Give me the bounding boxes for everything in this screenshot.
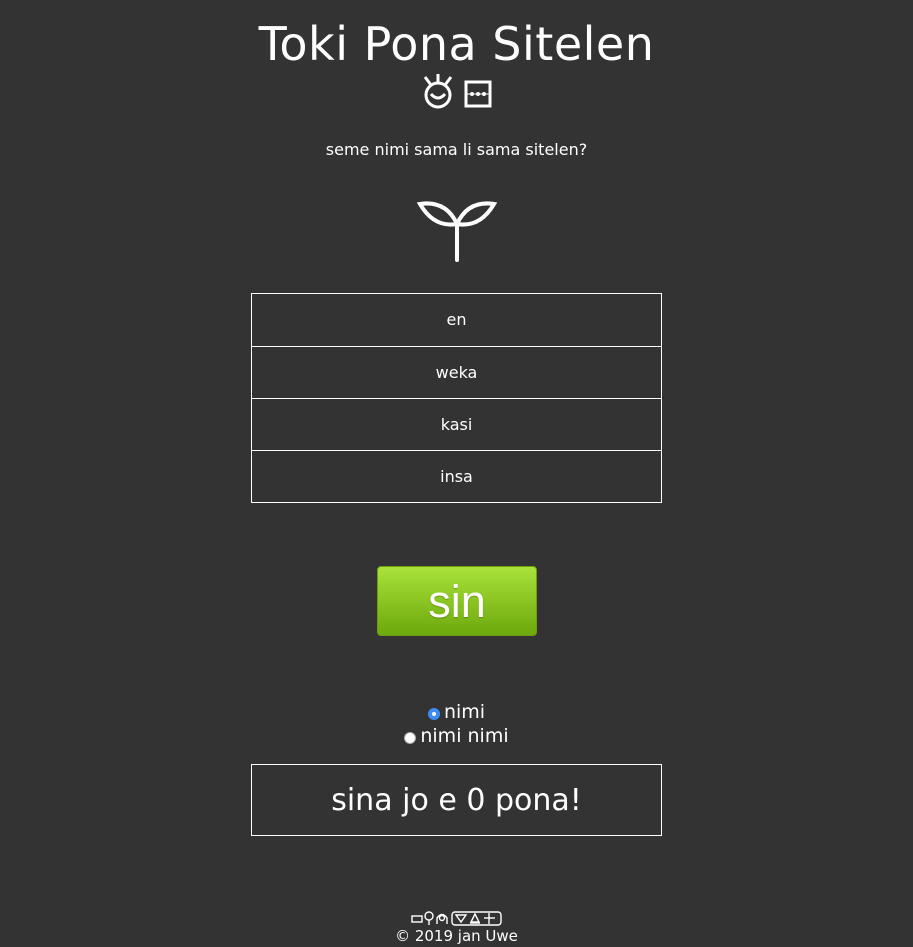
signature-glyphs [0,910,913,927]
sin-button[interactable]: sin [377,566,537,636]
page: Toki Pona Sitelen seme nimi sama li sama… [0,0,913,947]
mode-radio-group: nimi nimi nimi [0,700,913,748]
answer-option-kasi[interactable]: kasi [252,398,661,450]
answer-option-insa[interactable]: insa [252,450,661,502]
answer-options: en weka kasi insa [251,293,662,503]
answer-option-en[interactable]: en [252,294,661,346]
title-glyphs [0,72,913,110]
answer-option-weka[interactable]: weka [252,346,661,398]
copyright-text: © 2019 jan Uwe [395,927,518,945]
radio-nimi-nimi[interactable] [404,732,417,744]
kasi-icon [416,201,498,262]
radio-row-nimi-nimi[interactable]: nimi nimi [0,724,913,748]
radio-label-nimi: nimi [443,701,486,723]
radio-row-nimi[interactable]: nimi [0,700,913,724]
suno-icon [423,74,452,109]
score-display: sina jo e 0 pona! [251,764,662,836]
radio-nimi[interactable] [427,708,440,720]
page-title: Toki Pona Sitelen [258,17,655,71]
footer: © 2019 jan Uwe [0,910,913,945]
lipu-icon [464,80,491,108]
radio-label-nimi-nimi: nimi nimi [420,725,509,747]
question-prompt: seme nimi sama li sama sitelen? [325,140,588,159]
jan-uwe-glyph-icon [410,911,502,926]
